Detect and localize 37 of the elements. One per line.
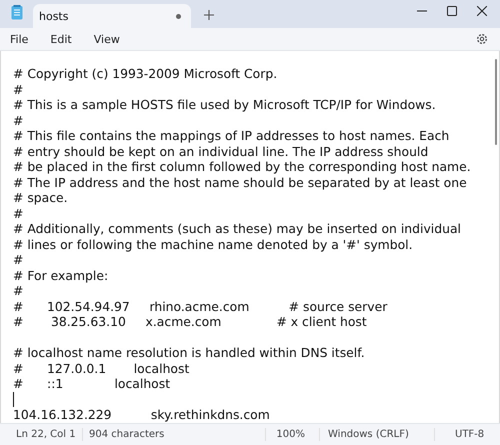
text-line: # xyxy=(13,112,24,128)
zoom-level[interactable]: 100% xyxy=(266,429,319,440)
notepad-icon xyxy=(11,5,23,20)
text-line: # xyxy=(13,206,24,221)
document-tab[interactable]: hosts xyxy=(33,4,191,28)
menu-item[interactable]: Edit xyxy=(50,32,72,46)
text-cursor xyxy=(13,392,14,406)
text-line: # lines or following the machine name denoted by a '#' symbol. xyxy=(13,236,414,252)
cursor-position: Ln 22, Col 1 xyxy=(16,429,77,440)
text-line: # 38.25.63.10 x.acme.com # x client host xyxy=(13,314,368,330)
text-line: # ::1 localhost xyxy=(13,376,172,392)
text-line: # For example: xyxy=(13,268,110,283)
text-line: # space. xyxy=(13,190,69,206)
text-line: # The IP address and the host name should be separated by at least one xyxy=(13,174,468,190)
text-line: # xyxy=(13,82,24,97)
maximize-icon[interactable] xyxy=(447,6,457,16)
menu-item[interactable]: View xyxy=(94,32,120,46)
text-line: # entry should be kept on an individual line. The IP address should xyxy=(13,144,430,159)
text-line: # Additionally, comments (such as these) may be inserted on individual xyxy=(13,221,462,236)
close-icon[interactable] xyxy=(477,6,487,16)
text-line: # localhost name resolution is handled within DNS itself. xyxy=(13,345,366,360)
new-tab-icon[interactable] xyxy=(204,10,214,20)
text-line: # This is a sample HOSTS file used by Microsoft TCP/IP for Windows. xyxy=(13,97,437,112)
text-line: # xyxy=(13,283,24,298)
encoding[interactable]: UTF-8 xyxy=(435,429,490,440)
character-count: 904 characters xyxy=(88,429,166,440)
text-editor[interactable] xyxy=(0,51,500,423)
settings-icon[interactable] xyxy=(476,33,488,45)
text-line: 104.16.132.229 sky.rethinkdns.com xyxy=(13,407,271,422)
line-endings[interactable]: Windows (CRLF) xyxy=(320,429,434,440)
text-line: # This file contains the mappings of IP addresses to host names. Each xyxy=(13,128,450,144)
text-line: # Copyright (c) 1993-2009 Microsoft Corp. xyxy=(13,66,278,82)
text-line: # 102.54.94.97 rhino.acme.com # source server xyxy=(13,298,388,314)
menu-item[interactable]: File xyxy=(10,32,28,46)
text-line: # 127.0.0.1 localhost xyxy=(13,360,190,376)
text-line: # xyxy=(13,252,24,268)
text-line: # be placed in the first column followed by the corresponding host name. xyxy=(13,159,472,174)
